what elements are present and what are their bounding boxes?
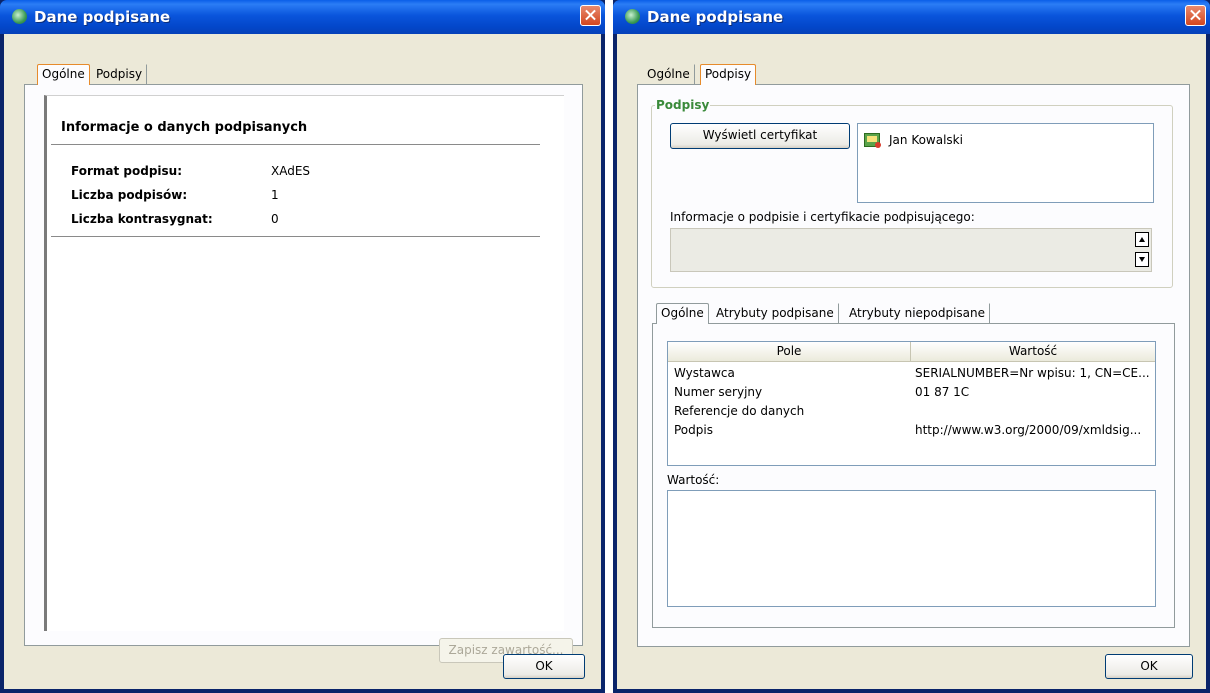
left-tab-panel: Informacje o danych podpisanych Format p… xyxy=(24,84,583,663)
inner-tab-ogolne[interactable]: Ogólne xyxy=(656,303,709,324)
table-row[interactable]: Numer seryjny 01 87 1C xyxy=(668,383,1155,401)
close-icon[interactable] xyxy=(580,5,601,26)
table-row[interactable]: Podpis http://www.w3.org/2000/09/xmldsig… xyxy=(668,421,1155,439)
app-icon xyxy=(625,9,640,24)
signature-info-field[interactable] xyxy=(670,228,1152,272)
signatures-groupbox: Podpisy Wyświetl certyfikat Jan Kowalski… xyxy=(651,98,1173,288)
tab-podpisy[interactable]: Podpisy xyxy=(700,64,757,85)
right-titlebar[interactable]: Dane podpisane xyxy=(613,0,1210,34)
tab-ogolne[interactable]: Ogólne xyxy=(37,64,90,85)
table-cell-field: Numer seryjny xyxy=(674,385,763,399)
tab-podpisy[interactable]: Podpisy xyxy=(92,64,148,84)
divider-top xyxy=(51,144,540,145)
signatures-group-label: Podpisy xyxy=(655,98,711,112)
info-heading: Informacje o danych podpisanych xyxy=(61,120,308,135)
left-titlebar[interactable]: Dane podpisane xyxy=(0,0,605,34)
label-format: Format podpisu: xyxy=(71,164,182,178)
value-countersign-count: 0 xyxy=(271,212,279,226)
value-format: XAdES xyxy=(271,164,311,178)
right-tab-panel: Podpisy Wyświetl certyfikat Jan Kowalski… xyxy=(637,84,1190,647)
right-dialog-window: Dane podpisane Ogólne Podpisy Podpisy Wy… xyxy=(613,0,1210,693)
table-row[interactable]: Referencje do danych xyxy=(668,402,1155,420)
table-cell-field: Referencje do danych xyxy=(674,404,805,418)
value-signature-count: 1 xyxy=(271,188,279,202)
scroll-down-icon[interactable] xyxy=(1135,252,1149,267)
inner-tab-signed-attributes[interactable]: Atrybuty podpisane xyxy=(712,303,839,323)
value-label: Wartość: xyxy=(667,473,720,487)
inner-tab-panel: Pole Wartość Wystawca SERIALNUMBER=Nr wp… xyxy=(652,323,1175,628)
label-signature-count: Liczba podpisów: xyxy=(71,188,188,202)
close-icon[interactable] xyxy=(1185,5,1206,26)
ok-button[interactable]: OK xyxy=(1105,654,1193,679)
signature-info-label: Informacje o podpisie i certyfikacie pod… xyxy=(670,210,975,224)
divider-bottom xyxy=(51,236,540,237)
table-cell-value: SERIALNUMBER=Nr wpisu: 1, CN=CE... xyxy=(915,366,1150,380)
table-cell-value: http://www.w3.org/2000/09/xmldsig... xyxy=(915,423,1142,437)
table-cell-field: Wystawca xyxy=(674,366,735,380)
left-window-title: Dane podpisane xyxy=(34,8,171,26)
table-cell-field: Podpis xyxy=(674,423,713,437)
right-window-title: Dane podpisane xyxy=(647,8,784,26)
table-cell-value: 01 87 1C xyxy=(915,385,970,399)
inner-tab-unsigned-attributes[interactable]: Atrybuty niepodpisane xyxy=(845,303,991,323)
tab-ogolne[interactable]: Ogólne xyxy=(643,64,695,84)
column-header-value[interactable]: Wartość xyxy=(911,342,1155,362)
info-panel: Informacje o danych podpisanych Format p… xyxy=(44,95,564,631)
right-client-area: Ogólne Podpisy Podpisy Wyświetl certyfik… xyxy=(617,34,1206,689)
table-row[interactable]: Wystawca SERIALNUMBER=Nr wpisu: 1, CN=CE… xyxy=(668,364,1155,382)
left-dialog-window: Dane podpisane Ogólne Podpisy Informacje… xyxy=(0,0,605,693)
label-countersign-count: Liczba kontrasygnat: xyxy=(71,212,213,226)
show-certificate-button[interactable]: Wyświetl certyfikat xyxy=(670,123,850,149)
app-icon xyxy=(12,9,27,24)
value-textarea[interactable] xyxy=(667,490,1156,607)
scroll-up-icon[interactable] xyxy=(1135,232,1149,247)
signers-list[interactable]: Jan Kowalski xyxy=(857,123,1154,203)
certificate-icon xyxy=(864,133,881,148)
signer-name: Jan Kowalski xyxy=(889,133,963,147)
ok-button[interactable]: OK xyxy=(503,654,585,679)
list-item[interactable]: Jan Kowalski xyxy=(864,132,1144,150)
fields-table[interactable]: Pole Wartość Wystawca SERIALNUMBER=Nr wp… xyxy=(667,341,1156,466)
left-client-area: Ogólne Podpisy Informacje o danych podpi… xyxy=(4,34,601,689)
column-header-field[interactable]: Pole xyxy=(668,342,911,362)
